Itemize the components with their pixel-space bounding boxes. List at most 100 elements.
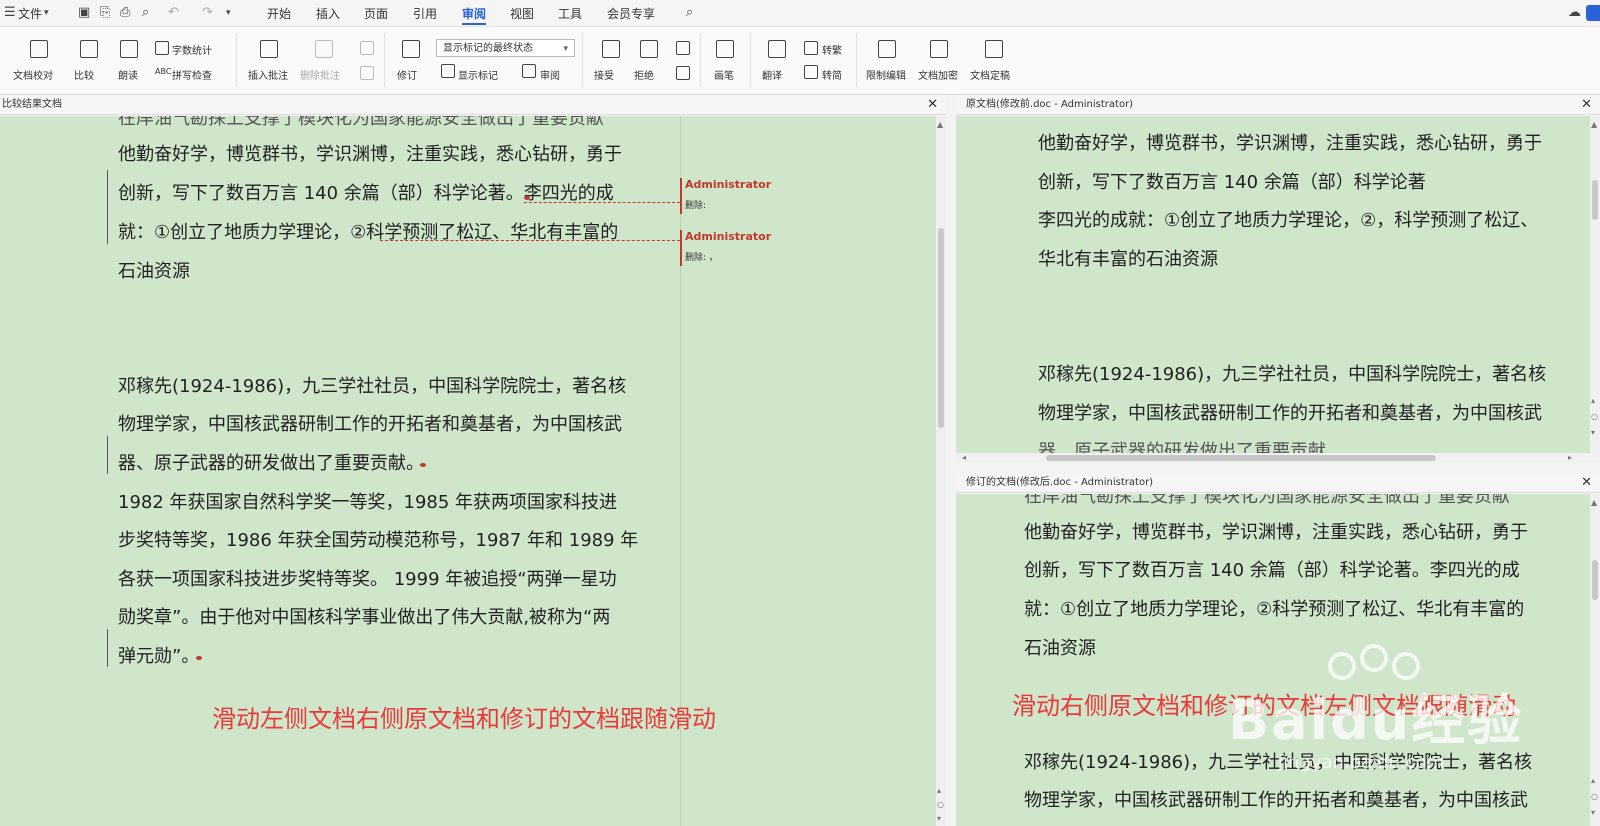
search-icon[interactable]: ⌕ <box>686 5 693 20</box>
original-vertical-scrollbar[interactable]: ▲ ▴ ○ ▾ <box>1590 116 1600 453</box>
account-button[interactable] <box>1586 5 1600 21</box>
to-traditional-button[interactable]: 转繁 <box>822 42 842 57</box>
undo-icon[interactable]: ↶ <box>168 5 179 20</box>
scroll-up-icon[interactable]: ▲ <box>1591 120 1597 129</box>
prev-comment-icon[interactable] <box>360 41 374 55</box>
pen-button[interactable]: 画笔 <box>714 67 734 82</box>
ribbon-divider <box>750 33 751 87</box>
review-pane-button[interactable]: 审阅 <box>540 67 560 82</box>
insert-comment-button[interactable]: 插入批注 <box>248 67 288 82</box>
tab-home[interactable]: 开始 <box>267 5 291 22</box>
scroll-up-icon[interactable]: ▲ <box>1591 498 1597 507</box>
export-icon[interactable]: ⎘ <box>100 5 110 20</box>
next-page-icon[interactable]: ▾ <box>1591 808 1595 817</box>
tab-member[interactable]: 会员专享 <box>607 5 655 22</box>
close-icon[interactable]: ✕ <box>927 95 938 115</box>
prev-revision-icon[interactable] <box>676 41 690 55</box>
next-page-icon[interactable]: ▾ <box>937 814 941 823</box>
delete-comment-button[interactable]: 删除批注 <box>300 67 340 82</box>
cloud-icon[interactable]: ☁ <box>1568 5 1581 20</box>
deletion-marker[interactable] <box>196 656 202 660</box>
scroll-right-icon[interactable]: ▸ <box>1568 453 1572 462</box>
encrypt-button[interactable]: 文档加密 <box>918 67 958 82</box>
tab-references[interactable]: 引用 <box>413 5 437 22</box>
balloon-text[interactable]: 删除: <box>685 198 706 211</box>
select-browse-icon[interactable]: ○ <box>1591 412 1598 421</box>
chevron-down-icon[interactable]: ▾ <box>44 8 49 18</box>
prev-page-icon[interactable]: ▴ <box>937 786 941 795</box>
doc-line: 物理学家，中国核武器研制工作的开拓者和奠基者，为中国核武 <box>118 414 622 435</box>
restrict-edit-button[interactable]: 限制编辑 <box>866 67 906 82</box>
print-preview-icon[interactable]: ⌕ <box>142 5 149 20</box>
original-hscroll-thumb[interactable] <box>1046 455 1436 461</box>
doc-line: 他勤奋好学，博览群书，学识渊博，注重实践，悉心钻研，勇于 <box>1024 522 1528 543</box>
doc-check-button[interactable]: 文档校对 <box>13 67 53 82</box>
markup-state-select[interactable]: 显示标记的最终状态 ▾ <box>436 39 575 57</box>
tab-tools[interactable]: 工具 <box>558 5 582 22</box>
left-vertical-scrollbar[interactable]: ▲ ▴ ○ ▾ <box>936 116 946 826</box>
doc-line: 创新，写下了数百万言 140 余篇（部）科学论著。李四光的成 <box>1024 560 1520 581</box>
select-browse-icon[interactable]: ○ <box>1591 792 1598 801</box>
revised-scroll-thumb[interactable] <box>1592 560 1598 600</box>
prev-page-icon[interactable]: ▴ <box>1591 776 1595 785</box>
revised-pane-title: 修订的文档(修改后.doc - Administrator) <box>966 477 1154 488</box>
quick-access-more-icon[interactable]: ▾ <box>226 8 231 18</box>
next-comment-icon[interactable] <box>360 66 374 80</box>
original-document[interactable]: 他勤奋好学，博览群书，学识渊博，注重实践，悉心钻研，勇于 创新，写下了数百万言 … <box>956 116 1590 453</box>
accept-button[interactable]: 接受 <box>594 67 614 82</box>
tab-insert[interactable]: 插入 <box>316 5 340 22</box>
balloon-bar <box>680 230 682 266</box>
show-markup-button[interactable]: 显示标记 <box>458 67 498 82</box>
reject-button[interactable]: 拒绝 <box>634 67 654 82</box>
translate-icon <box>768 40 786 58</box>
left-scroll-thumb[interactable] <box>938 228 944 428</box>
left-annotation-note: 滑动左侧文档右侧原文档和修订的文档跟随滑动 <box>212 705 716 733</box>
revise-button[interactable]: 修订 <box>397 67 417 82</box>
save-icon[interactable]: ▣ <box>78 5 90 20</box>
tab-view[interactable]: 视图 <box>510 5 534 22</box>
original-scroll-thumb[interactable] <box>1592 180 1598 220</box>
restrict-edit-icon <box>878 40 896 58</box>
compare-button[interactable]: 比较 <box>74 67 94 82</box>
doc-line: 就：①创立了地质力学理论，②科学预测了松辽、华北有丰富的 <box>1024 599 1525 620</box>
scroll-up-icon[interactable]: ▲ <box>937 120 943 129</box>
revised-document[interactable]: 在岸油气勘探上支撑了模块化为国家能源安全做出了重要贡献 他勤奋好学，博览群书，学… <box>956 494 1590 826</box>
close-icon[interactable]: ✕ <box>1581 95 1592 115</box>
change-bar <box>107 170 108 244</box>
scroll-left-icon[interactable]: ◂ <box>962 453 966 462</box>
doc-line: 步奖特等奖，1986 年获全国劳动模范称号，1987 年和 1989 年 <box>118 530 639 551</box>
word-count-button[interactable]: 字数统计 <box>172 42 212 57</box>
spell-check-button[interactable]: 拼写检查 <box>172 67 212 82</box>
original-pane-header: 原文档(修改前.doc - Administrator) ✕ <box>956 95 1600 115</box>
menu-file[interactable]: 文件 <box>18 5 42 22</box>
deletion-marker[interactable] <box>420 463 426 467</box>
select-browse-icon[interactable]: ○ <box>937 800 944 809</box>
hamburger-icon[interactable]: ☰ <box>4 5 16 20</box>
active-tab-indicator <box>462 23 486 25</box>
read-aloud-button[interactable]: 朗读 <box>118 67 138 82</box>
clipped-text-line: 在岸油气勘探上支撑了模块化为国家能源安全做出了重要贡献 <box>1024 494 1510 507</box>
watermark-url: jingyan.baidu.com <box>1278 752 1445 773</box>
tab-review[interactable]: 审阅 <box>462 5 486 22</box>
comparison-document[interactable]: 在岸油气勘探上支撑了模块化为国家能源安全做出了重要贡献 他勤奋好学，博览群书，学… <box>0 116 936 826</box>
next-page-icon[interactable]: ▾ <box>1591 428 1595 437</box>
left-pane-title: 比较结果文档 <box>2 99 62 110</box>
to-simplified-button[interactable]: 转简 <box>822 67 842 82</box>
original-horizontal-scrollbar[interactable]: ◂ ▸ <box>956 453 1600 463</box>
tab-page[interactable]: 页面 <box>364 5 388 22</box>
reject-icon <box>640 40 658 58</box>
redo-icon[interactable]: ↷ <box>202 5 213 20</box>
print-icon[interactable]: ⎙ <box>120 5 130 20</box>
finalize-button[interactable]: 文档定稿 <box>970 67 1010 82</box>
doc-line: 勋奖章”。由于他对中国核科学事业做出了伟大贡献,被称为“两 <box>118 607 611 628</box>
deletion-marker[interactable] <box>524 196 530 200</box>
balloon-text[interactable]: 删除: ， <box>685 250 718 263</box>
ribbon-divider <box>856 33 857 87</box>
next-revision-icon[interactable] <box>676 66 690 80</box>
prev-page-icon[interactable]: ▴ <box>1591 396 1595 405</box>
translate-button[interactable]: 翻译 <box>762 67 782 82</box>
pen-icon <box>716 40 734 58</box>
ribbon-divider <box>700 33 701 87</box>
revised-vertical-scrollbar[interactable]: ▲ ▴ ○ ▾ <box>1590 494 1600 826</box>
close-icon[interactable]: ✕ <box>1581 473 1592 493</box>
